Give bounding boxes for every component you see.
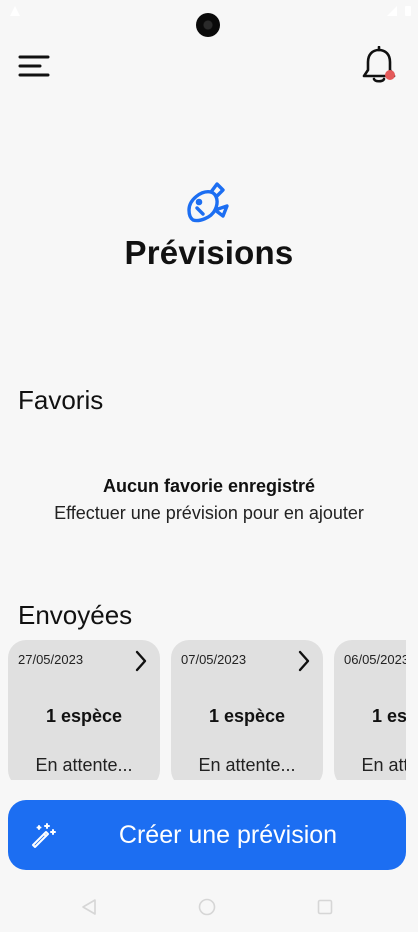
magic-wand-icon xyxy=(32,823,56,848)
battery-icon xyxy=(405,6,411,16)
forecast-card-status: En attente... xyxy=(198,755,296,775)
forecast-card-status: En attente... xyxy=(35,755,133,775)
menu-button[interactable] xyxy=(18,52,52,82)
forecast-card[interactable]: 07/05/2023 1 espèce En attente... xyxy=(171,640,323,780)
signal-icon xyxy=(387,5,397,16)
chevron-right-icon xyxy=(298,650,310,672)
recents-square-icon[interactable] xyxy=(317,899,333,915)
notification-status-icon xyxy=(10,6,20,16)
fish-icon xyxy=(187,182,229,223)
home-circle-icon[interactable] xyxy=(198,898,216,916)
forecast-card-date: 06/05/2023 xyxy=(344,652,406,667)
back-triangle-icon[interactable] xyxy=(80,898,98,916)
bell-icon xyxy=(362,45,396,83)
create-forecast-button[interactable]: Créer une prévision xyxy=(8,800,406,870)
hamburger-menu-icon xyxy=(18,55,50,77)
forecast-card-status: En attente... xyxy=(361,755,406,775)
forecast-card-species: 1 espèce xyxy=(208,706,286,726)
favorites-empty-subtitle: Effectuer une prévision pour en ajouter xyxy=(54,503,364,523)
favorites-section-title: Favoris xyxy=(18,385,104,415)
sent-section-title: Envoyées xyxy=(18,600,133,630)
page-title: Prévisions xyxy=(124,234,294,271)
forecast-card-date: 07/05/2023 xyxy=(181,652,247,667)
forecast-card[interactable]: 06/05/2023 1 espèce En attente... xyxy=(334,640,406,780)
notification-badge xyxy=(385,70,395,80)
notifications-button[interactable] xyxy=(360,45,398,86)
favorites-empty-title: Aucun favorie enregistré xyxy=(102,476,316,496)
front-camera xyxy=(196,13,220,37)
forecast-card-species: 1 espèce xyxy=(371,706,406,726)
forecast-card[interactable]: 27/05/2023 1 espèce En attente... xyxy=(8,640,160,780)
sent-forecasts-carousel[interactable]: 27/05/2023 1 espèce En attente... 07/05/… xyxy=(8,640,406,780)
forecast-card-species: 1 espèce xyxy=(45,706,123,726)
create-forecast-label: Créer une prévision xyxy=(118,821,338,849)
chevron-right-icon xyxy=(135,650,147,672)
forecast-card-date: 27/05/2023 xyxy=(18,652,84,667)
status-icons xyxy=(386,4,412,17)
system-navigation-bar xyxy=(0,890,418,932)
